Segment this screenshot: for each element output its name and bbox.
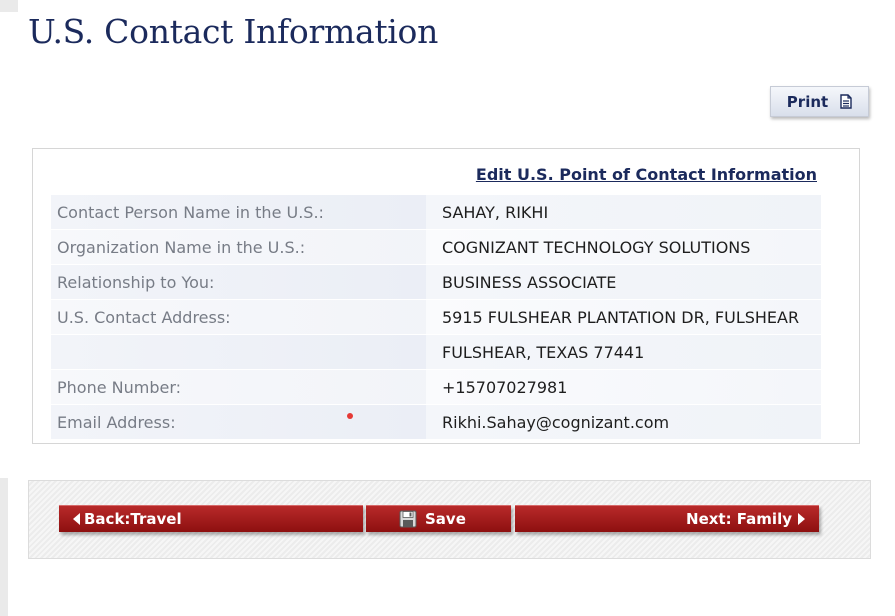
phone-row: Phone Number: +15707027981 xyxy=(51,369,821,404)
email-label: Email Address: xyxy=(57,412,176,432)
organization-row: Organization Name in the U.S.: COGNIZANT… xyxy=(51,229,821,264)
arrow-right-icon xyxy=(798,513,805,525)
organization-value: COGNIZANT TECHNOLOGY SOLUTIONS xyxy=(442,237,751,257)
save-button[interactable]: Save xyxy=(366,505,511,532)
contact-info-panel: Edit U.S. Point of Contact Information C… xyxy=(32,148,860,444)
print-button-label: Print xyxy=(786,92,829,111)
address-row: U.S. Contact Address: 5915 FULSHEAR PLAN… xyxy=(51,299,821,334)
save-button-label: Save xyxy=(425,510,466,528)
relationship-row: Relationship to You: BUSINESS ASSOCIATE xyxy=(51,264,821,299)
print-button[interactable]: Print xyxy=(770,86,869,117)
back-button-label: Back:Travel xyxy=(84,510,182,528)
address-line1-value: 5915 FULSHEAR PLANTATION DR, FULSHEAR xyxy=(442,307,800,327)
contact-info-table: Contact Person Name in the U.S.: SAHAY, … xyxy=(51,194,821,439)
next-button[interactable]: Next: Family xyxy=(515,505,819,532)
address-line2-value: FULSHEAR, TEXAS 77441 xyxy=(442,342,645,362)
relationship-value: BUSINESS ASSOCIATE xyxy=(442,272,617,292)
address-label: U.S. Contact Address: xyxy=(57,307,231,327)
page-title: U.S. Contact Information xyxy=(28,12,439,51)
left-edge-strip xyxy=(0,478,8,616)
contact-person-label: Contact Person Name in the U.S.: xyxy=(57,202,324,222)
contact-person-value: SAHAY, RIKHI xyxy=(442,202,549,222)
phone-label: Phone Number: xyxy=(57,377,182,397)
navigation-bar: Back:Travel Save Next: Family xyxy=(28,480,871,559)
address-line2-row: FULSHEAR, TEXAS 77441 xyxy=(51,334,821,369)
email-row: Email Address: Rikhi.Sahay@cognizant.com xyxy=(51,404,821,439)
contact-person-row: Contact Person Name in the U.S.: SAHAY, … xyxy=(51,194,821,229)
floppy-disk-icon xyxy=(399,510,425,528)
email-value: Rikhi.Sahay@cognizant.com xyxy=(442,412,670,432)
back-button[interactable]: Back:Travel xyxy=(59,505,363,532)
next-button-label: Next: Family xyxy=(686,510,792,528)
arrow-left-icon xyxy=(73,513,80,525)
document-icon xyxy=(840,94,852,109)
phone-value: +15707027981 xyxy=(442,377,568,397)
edit-contact-link[interactable]: Edit U.S. Point of Contact Information xyxy=(476,165,817,184)
relationship-label: Relationship to You: xyxy=(57,272,215,292)
organization-label: Organization Name in the U.S.: xyxy=(57,237,306,257)
required-marker xyxy=(347,413,353,419)
left-edge-strip xyxy=(0,0,18,12)
